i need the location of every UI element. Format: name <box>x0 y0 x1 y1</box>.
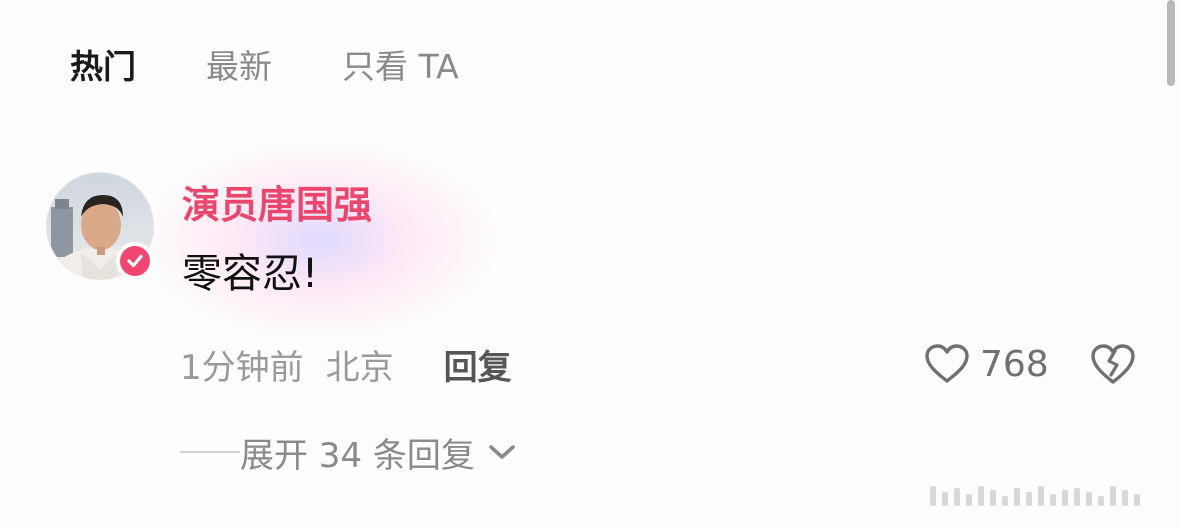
comment-time: 1分钟前 <box>180 347 304 388</box>
comment-section: 热门 最新 只看 TA 演员唐国强 零容忍! 1分钟前 北京 回复 768 展开… <box>0 0 1179 529</box>
dislike-button[interactable] <box>1090 342 1136 386</box>
tab-latest[interactable]: 最新 <box>206 44 272 90</box>
divider-line <box>180 451 240 453</box>
comment-username[interactable]: 演员唐国强 <box>182 180 372 230</box>
comment-text: 零容忍! <box>182 251 319 297</box>
like-button[interactable]: 768 <box>924 340 1049 388</box>
chevron-down-icon <box>489 445 515 459</box>
verified-badge <box>116 242 154 280</box>
heart-outline-icon <box>925 344 969 383</box>
expand-replies-label: 展开 34 条回复 <box>240 435 475 476</box>
comment-highlight-glow <box>140 140 500 340</box>
expand-replies-button[interactable]: 展开 34 条回复 <box>180 428 517 476</box>
checkmark-badge-icon <box>120 246 150 276</box>
next-comment-preview <box>930 484 1170 506</box>
broken-heart-icon <box>1091 344 1135 384</box>
comment-meta: 1分钟前 北京 回复 <box>180 340 512 388</box>
like-count: 768 <box>980 343 1049 385</box>
tab-author-only[interactable]: 只看 TA <box>342 44 459 90</box>
reply-button[interactable]: 回复 <box>444 340 512 389</box>
comment-tabs: 热门 最新 只看 TA <box>70 44 459 90</box>
tab-hot[interactable]: 热门 <box>70 44 136 90</box>
scrollbar[interactable] <box>1167 0 1175 86</box>
comment-location: 北京 <box>325 347 394 388</box>
